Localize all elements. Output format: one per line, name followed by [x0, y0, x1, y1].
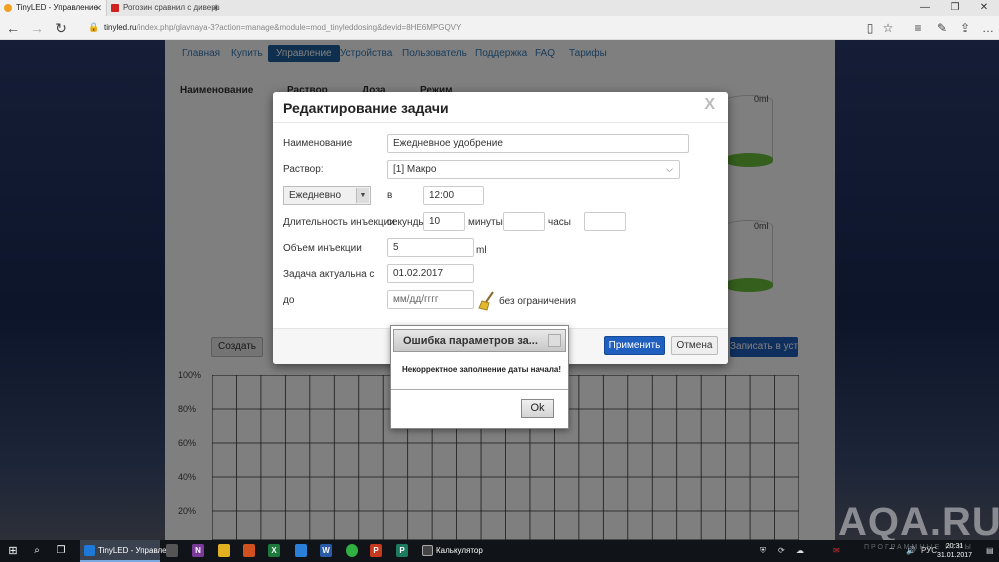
chevron-down-icon: ⌵: [666, 164, 673, 174]
taskbar-browser-label: TinyLED - Управле...: [98, 546, 174, 555]
volume-input[interactable]: 5: [387, 238, 474, 257]
excel-icon[interactable]: X: [268, 544, 280, 557]
tab-label: Рогозин сравнил с диверс: [123, 3, 220, 12]
seconds-label: секунды: [387, 217, 426, 228]
taskbar-calculator-label: Калькулятор: [436, 546, 483, 555]
name-label: Наименование: [283, 138, 353, 149]
store-icon[interactable]: [166, 544, 178, 557]
notifications-icon[interactable]: ▤: [986, 540, 994, 562]
tab-news[interactable]: Рогозин сравнил с диверс: [106, 0, 220, 16]
alert-title: Ошибка параметров за...: [403, 335, 538, 347]
browser-tab-bar: TinyLED - Управление ✕ Рогозин сравнил с…: [0, 0, 999, 16]
volume-label: Объем инъекции: [283, 243, 362, 254]
search-icon[interactable]: ⌕: [28, 540, 46, 562]
solution-label: Раствор:: [283, 164, 324, 175]
web-note-icon[interactable]: ✎: [932, 19, 952, 37]
time-input[interactable]: 12:00: [423, 186, 484, 205]
back-arrow-icon[interactable]: ←: [2, 19, 24, 37]
solution-selected-value: [1] Макро: [393, 164, 437, 175]
url-host: tinyled.ru: [104, 23, 137, 32]
url-path: /index.php/glavnaya-3?action=manage&modu…: [136, 23, 462, 32]
alert-close-button[interactable]: [548, 334, 561, 347]
to-date-label: до: [283, 295, 295, 306]
lock-icon: 🔒: [88, 22, 100, 32]
broom-icon[interactable]: [478, 291, 496, 311]
tab-close-icon[interactable]: ✕: [94, 0, 102, 16]
unlimited-label: без ограничения: [499, 296, 577, 307]
publisher-icon[interactable]: P: [396, 544, 408, 557]
tray-network-icon[interactable]: ⟳: [778, 540, 785, 562]
chat-icon[interactable]: [346, 544, 358, 557]
at-label: в: [387, 190, 393, 201]
alert-header: Ошибка параметров за...: [393, 329, 566, 352]
tab-tinyled[interactable]: TinyLED - Управление ✕: [0, 0, 106, 16]
photos-icon[interactable]: [295, 544, 307, 557]
apply-button[interactable]: Применить: [604, 336, 665, 355]
duration-label: Длительность инъекции: [283, 217, 395, 228]
window-close-button[interactable]: ✕: [969, 0, 999, 16]
favorite-star-icon[interactable]: ☆: [878, 19, 898, 37]
watermark: AQA.RU: [838, 500, 999, 544]
to-date-input[interactable]: мм/дд/гггг: [387, 290, 474, 309]
from-date-label: Задача актуальна с: [283, 269, 375, 280]
dialog-title: Редактирование задачи: [283, 100, 449, 116]
clock-date: 31.01.2017: [937, 552, 973, 559]
powerpoint-icon[interactable]: P: [370, 544, 382, 557]
volume-unit: ml: [476, 245, 487, 256]
hours-input[interactable]: [584, 212, 626, 231]
hours-label: часы: [548, 217, 571, 228]
media-icon[interactable]: [243, 544, 255, 557]
edge-icon: [84, 545, 95, 556]
alert-message: Некорректное заполнение даты начала!: [402, 365, 562, 374]
watermark-subtitle: ПРОГРАММНЫЕ ИГРЫ: [864, 544, 973, 551]
onenote-icon[interactable]: N: [192, 544, 204, 557]
windows-start-icon[interactable]: ⊞: [4, 540, 22, 562]
name-input[interactable]: Ежедневное удобрение: [387, 134, 689, 153]
forward-arrow-icon[interactable]: →: [26, 19, 48, 37]
seconds-input[interactable]: 10: [423, 212, 465, 231]
ok-button[interactable]: Ok: [521, 399, 554, 418]
divider: [391, 389, 568, 390]
refresh-icon[interactable]: ↻: [50, 19, 72, 37]
taskbar-calculator-task[interactable]: Калькулятор: [418, 540, 508, 562]
windows-taskbar: ⊞ ⌕ ❐ TinyLED - Управле... N X W P P Кал…: [0, 540, 999, 562]
from-date-input[interactable]: 01.02.2017: [387, 264, 474, 283]
reading-view-icon[interactable]: ▯: [860, 19, 880, 37]
more-icon[interactable]: …: [978, 19, 998, 37]
file-explorer-icon[interactable]: [218, 544, 230, 557]
address-bar: ← → ↻ 🔒 tinyled.ru/index.php/glavnaya-3?…: [0, 16, 999, 40]
solution-select[interactable]: [1] Макро ⌵: [387, 160, 680, 179]
url-field[interactable]: tinyled.ru/index.php/glavnaya-3?action=m…: [104, 21, 461, 35]
word-icon[interactable]: W: [320, 544, 332, 557]
error-alert: Ошибка параметров за... Некорректное зап…: [390, 325, 569, 429]
task-view-icon[interactable]: ❐: [52, 540, 70, 562]
tab-label: TinyLED - Управление: [16, 3, 98, 12]
minutes-label: минуты: [468, 217, 503, 228]
tray-cloud-icon[interactable]: ☁: [796, 540, 804, 562]
tray-shield-icon[interactable]: ⛨: [760, 540, 766, 562]
edit-task-dialog: Редактирование задачи X Наименование Еже…: [273, 92, 728, 364]
cancel-button[interactable]: Отмена: [671, 336, 718, 355]
tinyled-favicon-icon: [4, 4, 12, 12]
minutes-input[interactable]: [503, 212, 545, 231]
hub-icon[interactable]: ≡: [908, 19, 928, 37]
maximize-button[interactable]: ❐: [940, 0, 970, 16]
period-selected-value: Ежедневно: [289, 190, 342, 201]
minimize-button[interactable]: —: [910, 0, 940, 16]
tray-mail-icon[interactable]: ✉: [833, 540, 840, 562]
news-favicon-icon: [111, 4, 119, 12]
new-tab-button[interactable]: +: [208, 0, 224, 16]
taskbar-browser-task[interactable]: TinyLED - Управле...: [80, 540, 173, 562]
share-icon[interactable]: ⇪: [955, 19, 975, 37]
chevron-down-icon: ▼: [356, 188, 369, 203]
period-select[interactable]: Ежедневно ▼: [283, 186, 371, 205]
dialog-close-icon[interactable]: X: [704, 96, 715, 114]
divider: [273, 122, 728, 123]
calculator-icon: [422, 545, 433, 556]
